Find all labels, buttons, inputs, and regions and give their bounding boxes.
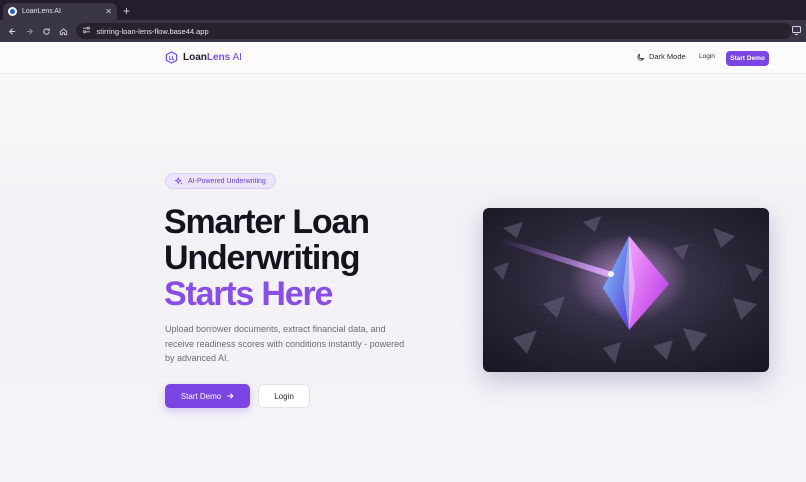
header-start-demo-button[interactable]: Start Demo <box>726 51 769 66</box>
hero-login-button[interactable]: Login <box>258 384 310 408</box>
browser-tabbar: LoanLens AI ✕ + <box>0 0 806 20</box>
arrow-right-icon <box>227 393 234 399</box>
browser-tab[interactable]: LoanLens AI ✕ <box>3 3 117 20</box>
new-tab-button[interactable]: + <box>123 4 130 18</box>
hero-title-line-2: Underwriting <box>164 239 360 277</box>
moon-icon <box>637 53 645 61</box>
hero-title-line-3: Starts Here <box>164 275 333 313</box>
home-icon[interactable] <box>55 23 72 40</box>
install-app-icon[interactable] <box>792 25 802 37</box>
hero-title: Smarter Loan Underwriting Starts Here <box>164 203 370 313</box>
forward-icon[interactable] <box>21 23 38 40</box>
hero-title-line-1: Smarter Loan <box>164 203 370 241</box>
browser-toolbar: stirring-loan-lens-flow.base44.app <box>0 20 806 42</box>
hero-start-demo-button[interactable]: Start Demo <box>165 384 250 408</box>
back-icon[interactable] <box>4 23 21 40</box>
tab-title: LoanLens AI <box>22 8 61 15</box>
header-login-link[interactable]: Login <box>699 53 715 60</box>
site-header: LoanLens AI Dark Mode Login Start Demo <box>0 42 806 74</box>
site-info-icon[interactable] <box>82 26 91 36</box>
hero-start-demo-label: Start Demo <box>180 391 222 401</box>
hero-badge-label: AI-Powered Underwriting <box>188 177 266 185</box>
tab-close-icon[interactable]: ✕ <box>105 7 112 16</box>
reload-icon[interactable] <box>38 23 55 40</box>
favicon-icon <box>8 7 17 16</box>
address-bar[interactable]: stirring-loan-lens-flow.base44.app <box>75 23 793 39</box>
hero-login-label: Login <box>274 391 294 401</box>
logo-text: LoanLens AI <box>183 52 242 63</box>
url-text: stirring-loan-lens-flow.base44.app <box>96 26 209 36</box>
page: LoanLens AI Dark Mode Login Start Demo A… <box>0 42 806 482</box>
hero-description: Upload borrower documents, extract finan… <box>165 324 405 363</box>
logo-icon <box>165 51 178 64</box>
hero-badge: AI-Powered Underwriting <box>165 173 276 189</box>
dark-mode-toggle[interactable]: Dark Mode <box>637 52 686 61</box>
dark-mode-label: Dark Mode <box>649 52 686 61</box>
hero-illustration <box>483 208 769 372</box>
sparkle-icon <box>175 177 183 185</box>
logo[interactable]: LoanLens AI <box>165 51 242 64</box>
